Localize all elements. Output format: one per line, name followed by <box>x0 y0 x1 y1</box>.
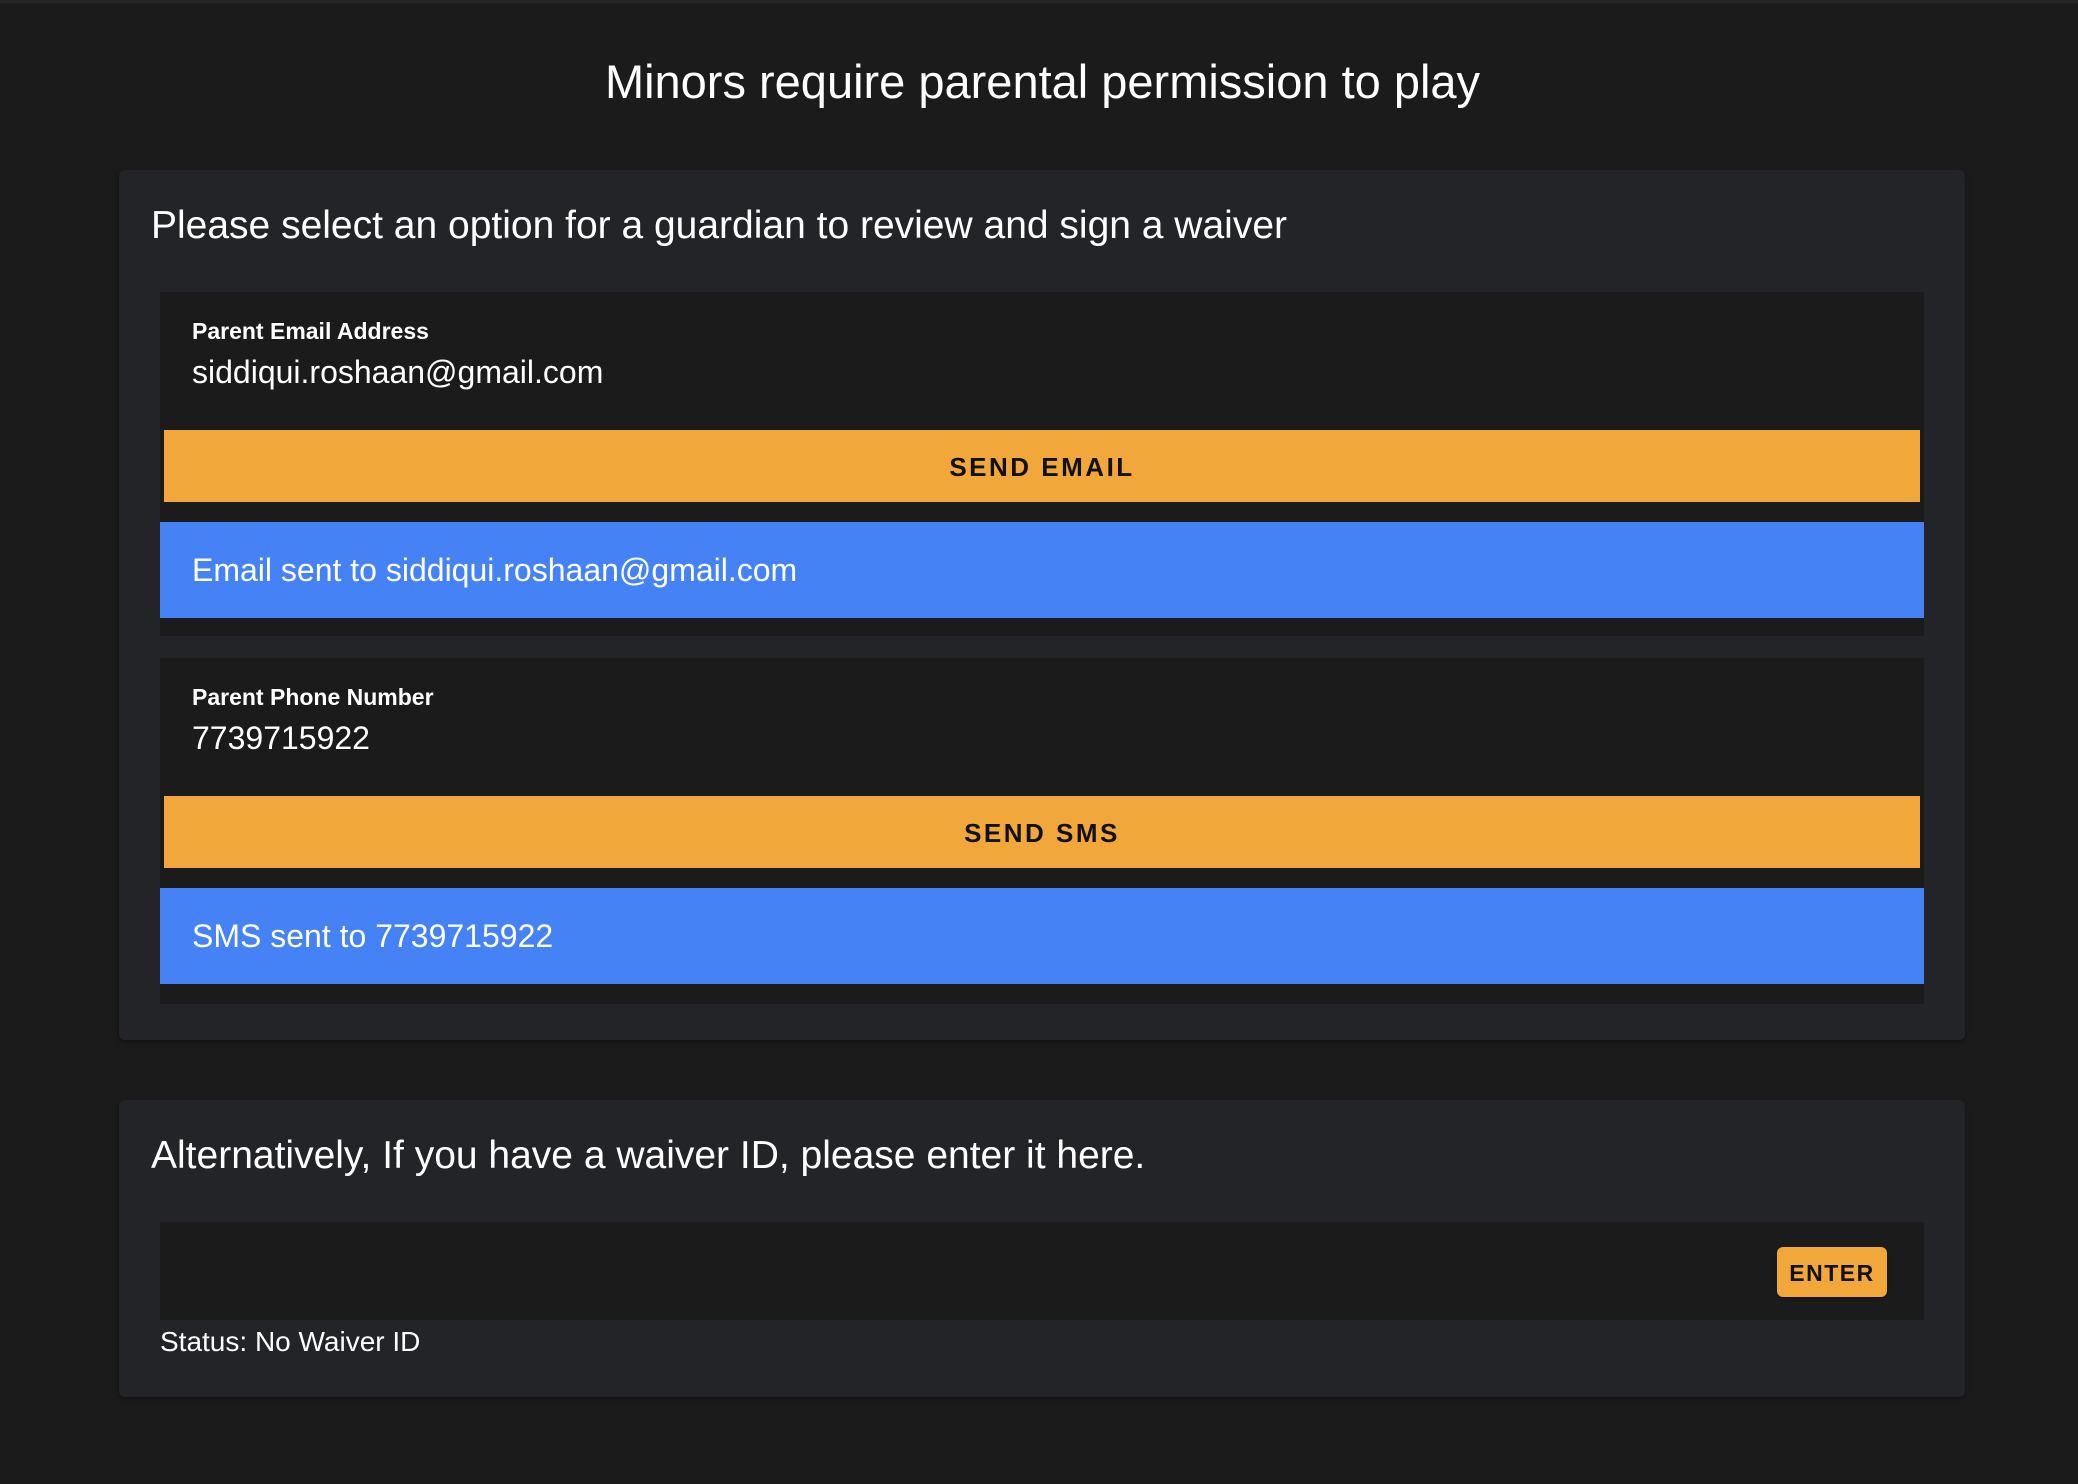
page-title: Minors require parental permission to pl… <box>604 55 1481 108</box>
send-sms-button[interactable]: SEND SMS <box>164 796 1920 868</box>
waiver-id-card: Alternatively, If you have a waiver ID, … <box>119 1100 1965 1397</box>
guardian-options-card: Please select an option for a guardian t… <box>119 170 1965 1040</box>
sms-sent-alert-text: SMS sent to 7739715922 <box>192 918 554 954</box>
phone-section: Parent Phone Number 7739715922 SEND SMS … <box>160 658 1924 1004</box>
enter-button[interactable]: ENTER <box>1777 1247 1887 1297</box>
sms-sent-alert: SMS sent to 7739715922 <box>160 888 1924 984</box>
parent-phone-value[interactable]: 7739715922 <box>192 720 370 757</box>
parent-email-label: Parent Email Address <box>192 318 429 344</box>
send-email-button[interactable]: SEND EMAIL <box>164 430 1920 502</box>
email-section: Parent Email Address siddiqui.roshaan@gm… <box>160 292 1924 636</box>
email-sent-alert-text: Email sent to siddiqui.roshaan@gmail.com <box>192 552 798 588</box>
parent-email-field[interactable]: Parent Email Address siddiqui.roshaan@gm… <box>160 292 1924 420</box>
waiver-status-text: Status: No Waiver ID <box>160 1326 421 1357</box>
email-sent-alert: Email sent to siddiqui.roshaan@gmail.com <box>160 522 1924 618</box>
parent-phone-label: Parent Phone Number <box>192 684 434 710</box>
waiver-id-field: ENTER <box>160 1222 1924 1320</box>
guardian-options-heading: Please select an option for a guardian t… <box>151 204 1288 247</box>
waiver-id-input[interactable] <box>160 1222 1760 1320</box>
waiver-id-heading: Alternatively, If you have a waiver ID, … <box>151 1134 1146 1177</box>
parent-phone-field[interactable]: Parent Phone Number 7739715922 <box>160 658 1924 786</box>
parent-email-value[interactable]: siddiqui.roshaan@gmail.com <box>192 354 603 391</box>
top-divider <box>0 0 2078 3</box>
